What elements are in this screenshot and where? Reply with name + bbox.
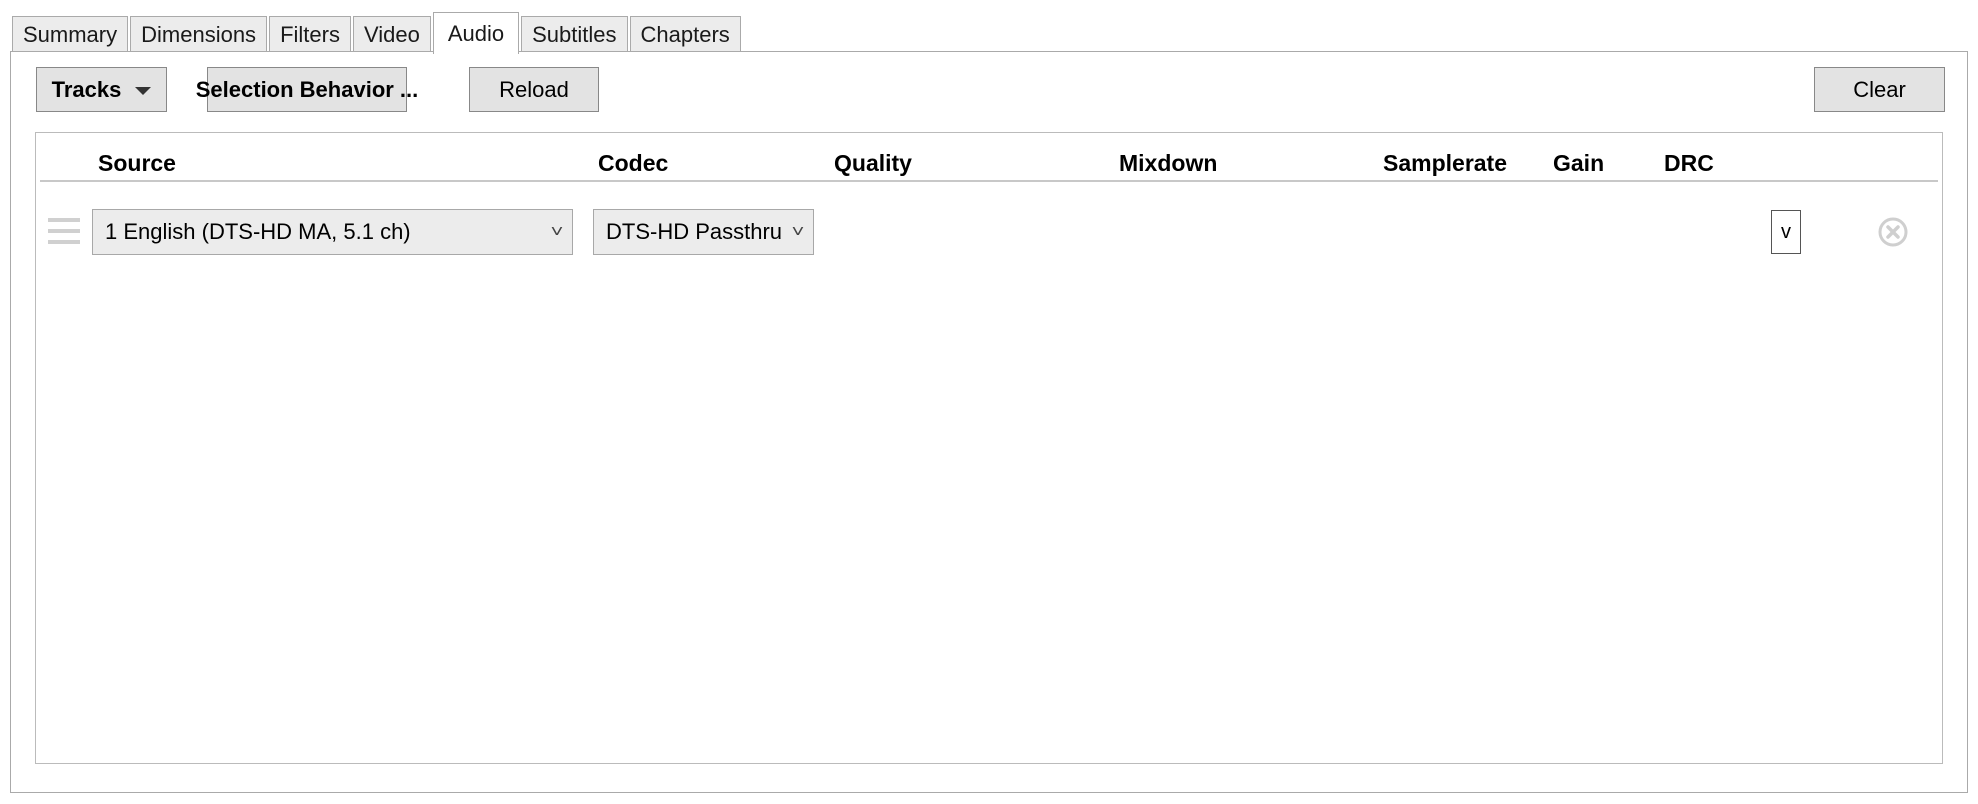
codec-select[interactable]: DTS-HD Passthru ˅ bbox=[593, 209, 814, 255]
column-header-drc: DRC bbox=[1664, 150, 1714, 176]
column-header-quality: Quality bbox=[834, 150, 912, 176]
tab-video[interactable]: Video bbox=[352, 16, 431, 53]
tracks-button-label: Tracks bbox=[51, 76, 122, 102]
track-options-toggle[interactable]: v bbox=[1771, 210, 1801, 254]
caret-down-icon bbox=[135, 86, 152, 95]
tab-filters[interactable]: Filters bbox=[269, 16, 351, 53]
tab-dimensions[interactable]: Dimensions bbox=[130, 16, 268, 53]
tab-summary[interactable]: Summary bbox=[12, 16, 129, 53]
tab-audio[interactable]: Audio bbox=[432, 12, 520, 54]
audio-panel: Tracks Selection Behavior ... Reload Cle… bbox=[10, 51, 1968, 793]
chevron-down-icon: ˅ bbox=[791, 222, 805, 241]
chevron-down-icon: ˅ bbox=[550, 222, 564, 241]
tab-chapters[interactable]: Chapters bbox=[629, 16, 741, 53]
tab-strip: Summary Dimensions Filters Video Audio S… bbox=[12, 12, 743, 54]
tab-subtitles[interactable]: Subtitles bbox=[521, 16, 628, 53]
source-select-value: 1 English (DTS-HD MA, 5.1 ch) bbox=[105, 219, 411, 244]
column-header-gain: Gain bbox=[1553, 150, 1605, 176]
column-header-samplerate: Samplerate bbox=[1383, 150, 1508, 176]
audio-track-list: Source Codec Quality Mixdown Samplerate … bbox=[35, 132, 1943, 764]
reload-button[interactable]: Reload bbox=[469, 67, 599, 112]
tracks-dropdown-button[interactable]: Tracks bbox=[36, 67, 167, 112]
selection-behavior-button[interactable]: Selection Behavior ... bbox=[196, 67, 418, 112]
column-header-source: Source bbox=[98, 150, 176, 176]
codec-select-value: DTS-HD Passthru bbox=[606, 219, 783, 244]
column-header-mixdown: Mixdown bbox=[1119, 150, 1218, 176]
clear-button[interactable]: Clear bbox=[1814, 67, 1945, 112]
source-select[interactable]: 1 English (DTS-HD MA, 5.1 ch) ˅ bbox=[92, 209, 573, 255]
column-header-codec: Codec bbox=[598, 150, 669, 176]
header-divider bbox=[40, 180, 1938, 182]
remove-track-icon[interactable] bbox=[1877, 216, 1909, 248]
drag-handle-icon[interactable] bbox=[48, 218, 80, 244]
